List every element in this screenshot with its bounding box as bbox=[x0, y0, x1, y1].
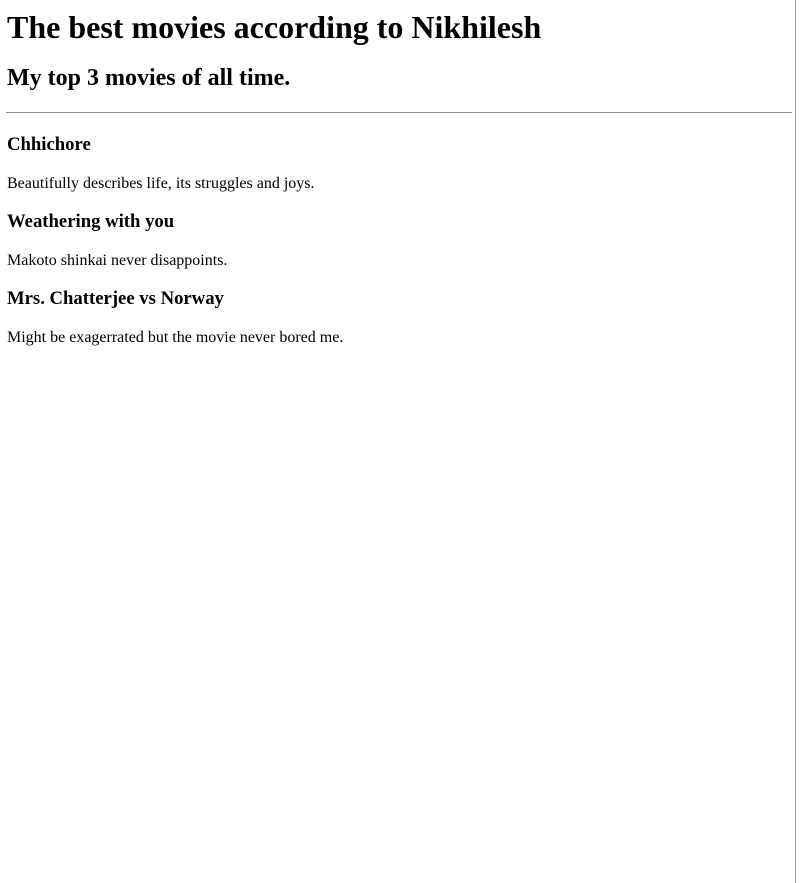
page-subtitle: My top 3 movies of all time. bbox=[7, 65, 291, 91]
movie-description: Makoto shinkai never disappoints. bbox=[7, 252, 228, 269]
movie-description: Beautifully describes life, its struggle… bbox=[7, 175, 315, 192]
movie-title: Mrs. Chatterjee vs Norway bbox=[7, 288, 224, 309]
divider bbox=[6, 112, 792, 113]
movie-entry: Mrs. Chatterjee vs Norway Might be exage… bbox=[7, 270, 788, 347]
page-content: The best movies according to Nikhilesh M… bbox=[0, 0, 795, 347]
movie-entry: Weathering with you Makoto shinkai never… bbox=[7, 193, 788, 270]
page-title: The best movies according to Nikhilesh bbox=[7, 9, 542, 45]
movie-entry: Chhichore Beautifully describes life, it… bbox=[7, 113, 788, 193]
movie-title: Weathering with you bbox=[7, 211, 175, 232]
movie-description: Might be exagerrated but the movie never… bbox=[7, 329, 344, 346]
page: The best movies according to Nikhilesh M… bbox=[0, 0, 796, 883]
movie-title: Chhichore bbox=[7, 134, 91, 155]
